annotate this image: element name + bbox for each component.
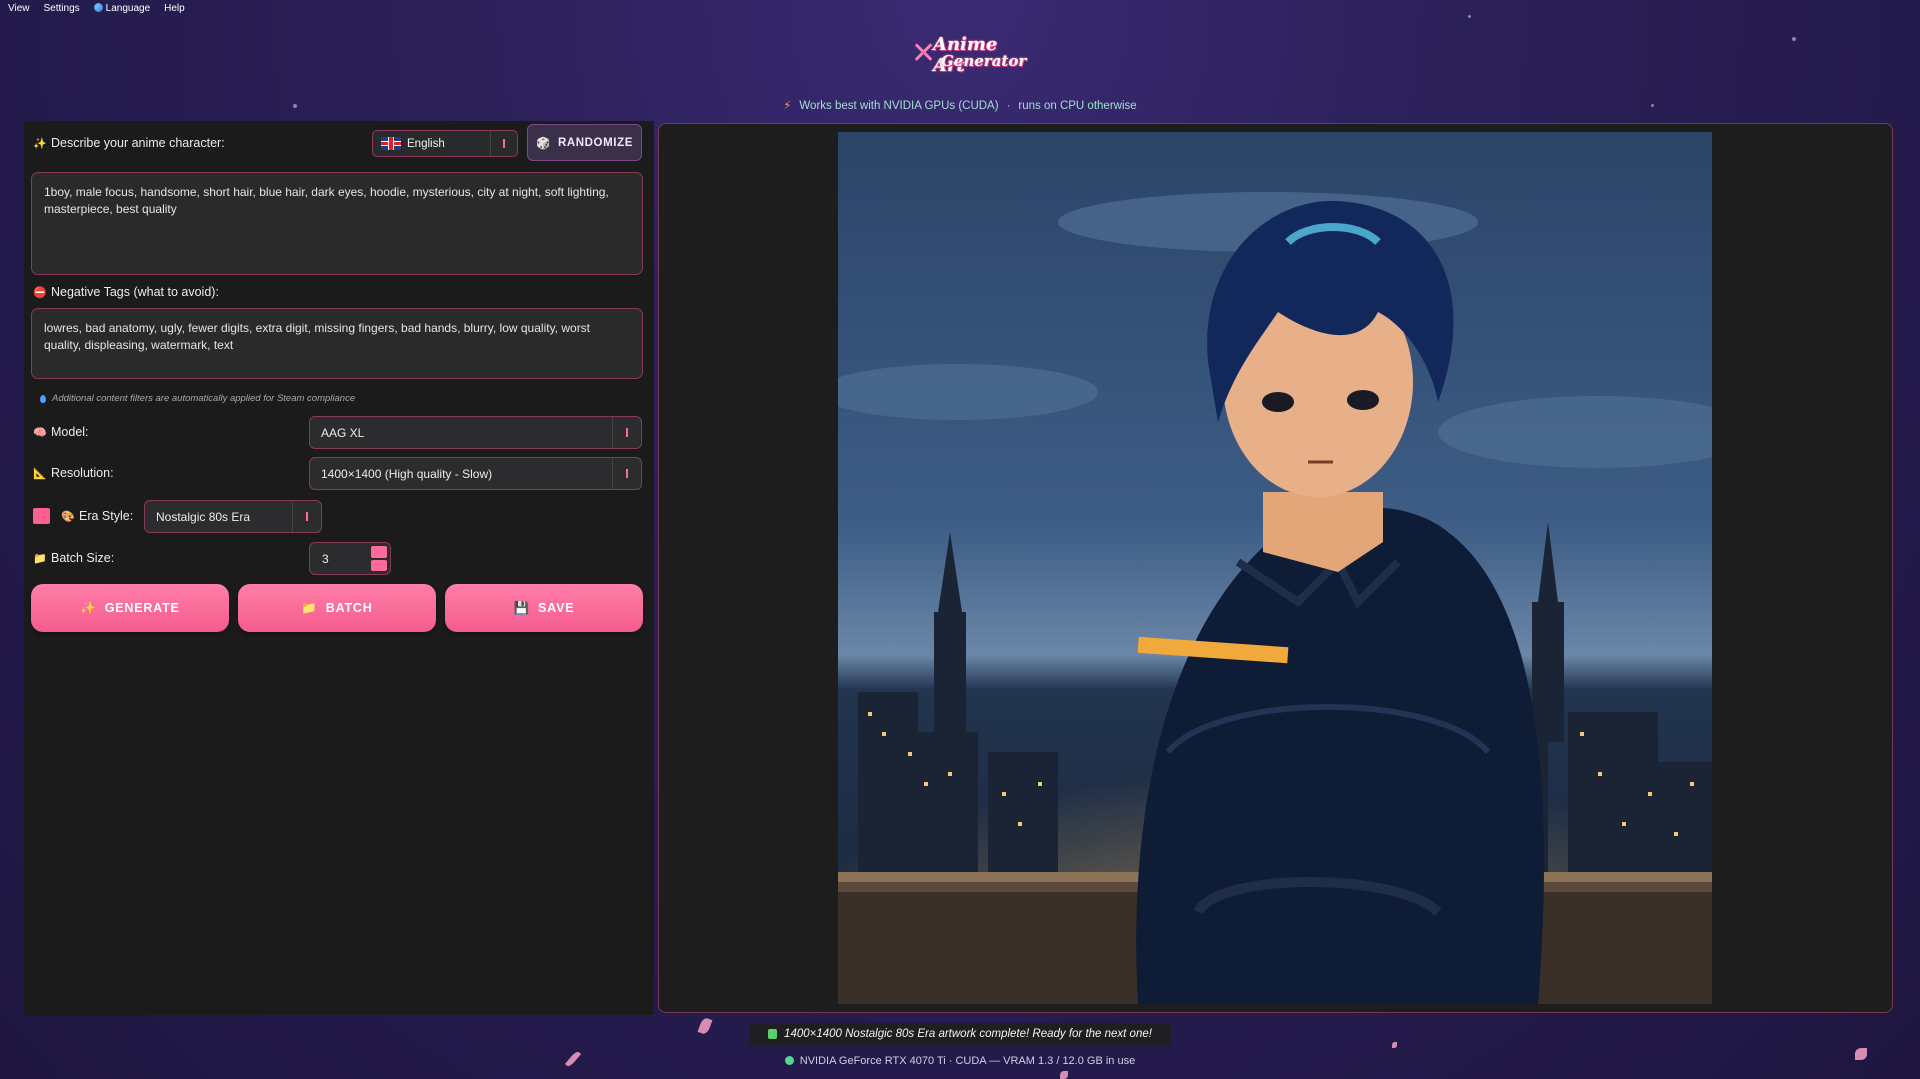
decrement-button[interactable] <box>371 559 387 571</box>
notice-separator: · <box>1006 100 1011 112</box>
model-select[interactable]: AAG XL <box>309 416 642 449</box>
save-label: SAVE <box>538 601 575 615</box>
folder-icon: 📁 <box>33 552 47 565</box>
leaf-icon <box>768 1029 778 1039</box>
batch-button[interactable]: 📁 BATCH <box>238 584 436 632</box>
sparkle-decoration <box>1468 15 1471 18</box>
resolution-select[interactable]: 1400×1400 (High quality - Slow) <box>309 457 642 490</box>
globe-icon <box>93 2 103 12</box>
filter-note: Additional content filters are automatic… <box>40 393 355 404</box>
randomize-button[interactable]: 🎲 RANDOMIZE <box>527 124 642 161</box>
batch-size-stepper[interactable]: 3 <box>309 542 391 575</box>
save-button[interactable]: 💾 SAVE <box>445 584 643 632</box>
logo-line2: Generator <box>941 52 1027 70</box>
model-label: 🧠 Model: <box>33 425 89 439</box>
generate-button[interactable]: ✨ GENERATE <box>31 584 229 632</box>
notice-part2: runs on CPU otherwise <box>1018 100 1137 112</box>
gpu-status-icon <box>784 1056 794 1065</box>
brain-icon: 🧠 <box>33 426 47 439</box>
language-value: English <box>407 137 445 150</box>
era-value: Nostalgic 80s Era <box>156 509 251 524</box>
negative-textarea[interactable]: lowres, bad anatomy, ugly, fewer digits,… <box>31 308 643 379</box>
sparkle-decoration <box>1651 104 1654 107</box>
batch-button-label: BATCH <box>325 601 373 615</box>
increment-button[interactable] <box>371 546 387 558</box>
negative-label: ⛔ Negative Tags (what to avoid): <box>33 285 219 299</box>
menu-language[interactable]: Language <box>93 2 151 14</box>
sparkle-decoration <box>293 104 297 108</box>
batch-label: 📁 Batch Size: <box>33 551 114 565</box>
petal-decoration <box>1392 1042 1397 1048</box>
era-label: 🎨 Era Style: <box>61 509 133 523</box>
randomize-label: RANDOMIZE <box>557 136 633 149</box>
status-text: 1400×1400 Nostalgic 80s Era artwork comp… <box>784 1028 1152 1040</box>
menu-view[interactable]: View <box>8 3 30 14</box>
era-color-swatch[interactable] <box>33 508 50 524</box>
batch-label-text: Batch Size: <box>51 551 115 565</box>
ruler-icon: 📐 <box>33 467 47 480</box>
bolt-icon: ⚡ <box>783 100 792 112</box>
gpu-info-text: NVIDIA GeForce RTX 4070 Ti · CUDA — VRAM… <box>799 1055 1136 1067</box>
generated-artwork[interactable] <box>838 132 1712 1004</box>
app-logo: ✕ Anime Art Generator <box>905 30 1026 78</box>
sparkle-decoration <box>1792 37 1796 41</box>
gpu-notice: ⚡ Works best with NVIDIA GPUs (CUDA) · runs… <box>0 98 1920 112</box>
petal-decoration <box>1855 1048 1867 1060</box>
menu-bar: View Settings Language Help <box>0 0 185 16</box>
palette-icon: 🎨 <box>61 510 75 523</box>
menu-language-label: Language <box>105 2 151 14</box>
petal-decoration <box>697 1016 713 1036</box>
dropdown-arrow-icon <box>292 501 321 532</box>
notice-part1: Works best with NVIDIA GPUs (CUDA) <box>799 100 999 112</box>
stepper-buttons[interactable] <box>371 546 387 571</box>
folder-icon: 📁 <box>301 600 318 615</box>
dropdown-arrow-icon <box>612 458 641 489</box>
filter-note-text: Additional content filters are automatic… <box>52 393 356 404</box>
dropdown-arrow-icon <box>490 131 517 156</box>
language-select[interactable]: English <box>372 130 518 157</box>
era-style-select[interactable]: Nostalgic 80s Era <box>144 500 322 533</box>
resolution-label: 📐 Resolution: <box>33 466 114 480</box>
model-label-text: Model: <box>51 425 89 439</box>
sparkles-icon: ✨ <box>33 137 47 150</box>
prompt-label-text: Describe your anime character: <box>51 136 225 150</box>
model-value: AAG XL <box>321 425 365 440</box>
preview-panel <box>658 123 1893 1013</box>
menu-help[interactable]: Help <box>164 3 185 14</box>
uk-flag-icon <box>381 137 401 150</box>
petal-decoration <box>1060 1071 1068 1079</box>
no-entry-icon: ⛔ <box>33 286 47 299</box>
negative-label-text: Negative Tags (what to avoid): <box>51 285 219 299</box>
status-message: 1400×1400 Nostalgic 80s Era artwork comp… <box>749 1023 1171 1045</box>
dice-icon: 🎲 <box>536 137 551 150</box>
sparkles-icon: ✨ <box>80 600 97 615</box>
resolution-value: 1400×1400 (High quality - Slow) <box>321 466 493 481</box>
era-label-text: Era Style: <box>79 509 134 523</box>
gpu-info: NVIDIA GeForce RTX 4070 Ti · CUDA — VRAM… <box>0 1055 1920 1067</box>
artwork-illustration <box>838 132 1712 1004</box>
menu-settings[interactable]: Settings <box>44 3 80 14</box>
resolution-label-text: Resolution: <box>51 466 114 480</box>
droplet-icon <box>40 394 46 403</box>
batch-size-value: 3 <box>322 551 329 566</box>
dropdown-arrow-icon <box>612 417 641 448</box>
floppy-icon: 💾 <box>513 600 531 615</box>
prompt-label: ✨ Describe your anime character: <box>33 136 225 150</box>
prompt-textarea[interactable]: 1boy, male focus, handsome, short hair, … <box>31 172 643 275</box>
generate-label: GENERATE <box>104 601 180 615</box>
